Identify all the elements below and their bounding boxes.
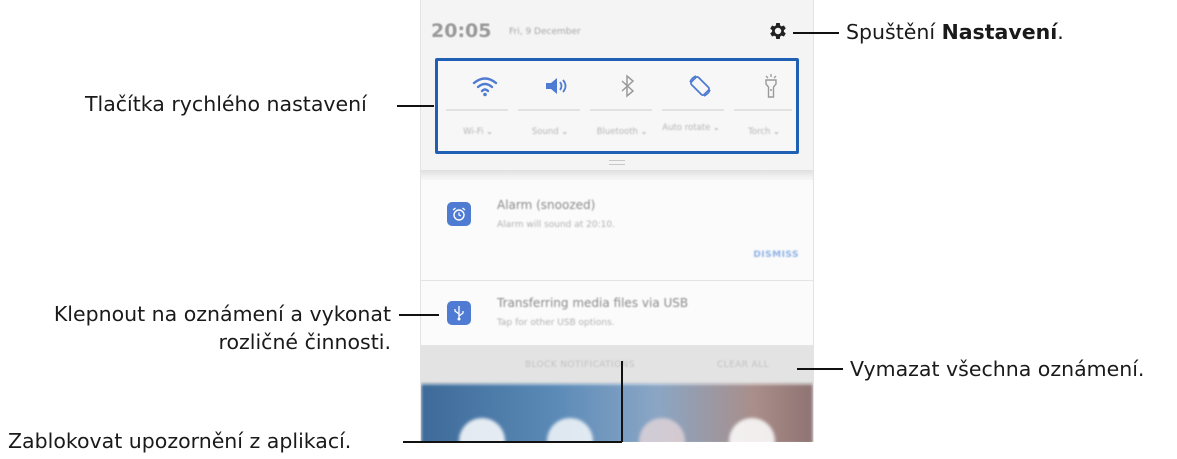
quick-setting-bluetooth-label[interactable]: Bluetooth ⌄ xyxy=(586,125,658,139)
callout-quick-buttons: Tlačítka rychlého nastavení xyxy=(85,92,367,116)
clear-all-button[interactable]: CLEAR ALL xyxy=(717,360,769,370)
alarm-icon xyxy=(447,202,471,226)
torch-icon[interactable] xyxy=(756,71,786,101)
callout-line-clear-all xyxy=(797,368,843,370)
notification-title: Transferring media files via USB xyxy=(497,296,689,310)
divider xyxy=(446,109,508,111)
chevron-down-icon: ⌄ xyxy=(713,123,720,132)
chevron-down-icon: ⌄ xyxy=(486,127,493,136)
app-icon xyxy=(547,418,593,442)
callout-line-tap xyxy=(399,314,439,316)
chevron-down-icon: ⌄ xyxy=(773,127,780,136)
usb-icon xyxy=(447,301,471,325)
dismiss-button[interactable]: DISMISS xyxy=(753,250,799,260)
quick-setting-sound-label[interactable]: Sound ⌄ xyxy=(514,125,586,139)
notification-alarm[interactable]: Alarm (snoozed) Alarm will sound at 20:1… xyxy=(421,180,813,281)
callout-line-block-vertical xyxy=(621,361,623,442)
callout-settings: Spuštění Nastavení. xyxy=(846,20,1064,44)
quick-setting-auto-rotate-label[interactable]: Auto rotate ⌄ xyxy=(658,121,724,135)
panel-drag-handle[interactable] xyxy=(609,160,625,165)
notification-panel: 20:05 Fri, 9 December Wi-Fi ⌄ Sound ⌄ Bl… xyxy=(420,0,814,442)
wifi-icon[interactable] xyxy=(470,71,500,101)
auto-rotate-icon[interactable] xyxy=(685,71,715,101)
block-notifications-button[interactable]: BLOCK NOTIFICATIONS xyxy=(525,360,635,370)
notification-subtitle: Tap for other USB options. xyxy=(497,318,615,328)
home-wallpaper xyxy=(421,384,813,442)
quick-setting-wifi-label[interactable]: Wi-Fi ⌄ xyxy=(442,125,514,139)
callout-line-settings xyxy=(793,32,839,34)
callout-block: Zablokovat upozornění z aplikací. xyxy=(8,429,352,453)
app-icon xyxy=(639,418,685,442)
bluetooth-icon[interactable] xyxy=(613,71,643,101)
divider xyxy=(518,109,580,111)
callout-clear-all: Vymazat všechna oznámení. xyxy=(850,357,1145,381)
status-time: 20:05 xyxy=(431,20,492,42)
chevron-down-icon: ⌄ xyxy=(561,127,569,136)
divider xyxy=(662,109,724,111)
divider xyxy=(421,170,813,178)
sound-icon[interactable] xyxy=(541,71,571,101)
divider xyxy=(734,109,792,111)
quick-settings-panel: Wi-Fi ⌄ Sound ⌄ Bluetooth ⌄ Auto rotate … xyxy=(435,58,799,154)
notification-usb[interactable]: Transferring media files via USB Tap for… xyxy=(421,281,813,346)
gear-icon[interactable] xyxy=(767,20,789,42)
notification-subtitle: Alarm will sound at 20:10. xyxy=(497,220,615,230)
callout-line-quick-buttons xyxy=(397,105,434,107)
status-bar: 20:05 Fri, 9 December xyxy=(421,12,813,52)
app-icon xyxy=(729,418,775,442)
app-icon xyxy=(459,418,505,442)
chevron-down-icon: ⌄ xyxy=(640,127,648,136)
callout-tap-notification: Klepnout na oznámení a vykonat rozličné … xyxy=(53,302,391,354)
notification-action-bar: BLOCK NOTIFICATIONS CLEAR ALL xyxy=(421,346,813,384)
divider xyxy=(590,109,652,111)
callout-line-block xyxy=(403,441,622,443)
notification-title: Alarm (snoozed) xyxy=(497,198,596,212)
status-date: Fri, 9 December xyxy=(509,27,581,37)
quick-setting-torch-label[interactable]: Torch ⌄ xyxy=(728,125,800,139)
